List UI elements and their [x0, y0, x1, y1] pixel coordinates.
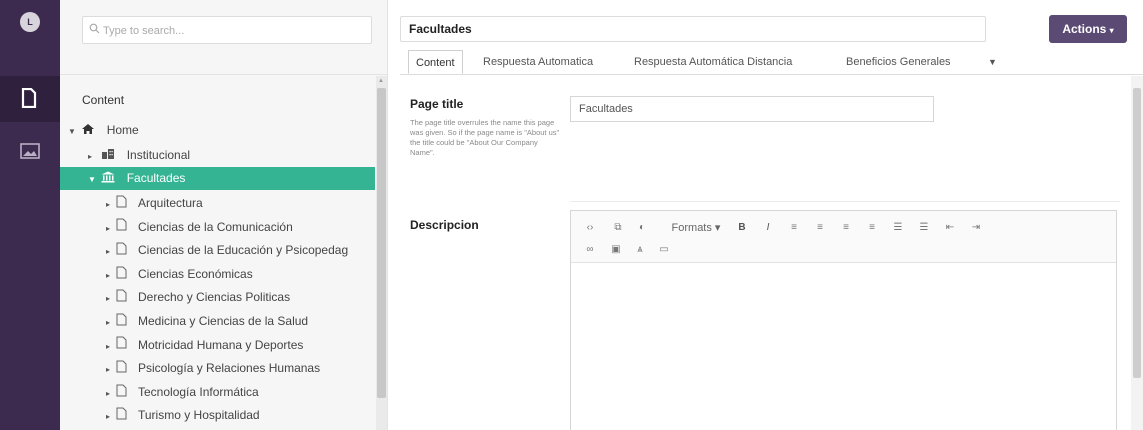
page-title-input[interactable] [570, 96, 934, 122]
section-content[interactable] [0, 76, 60, 122]
caret-right-icon[interactable]: ▸ [106, 218, 116, 238]
outdent-icon[interactable]: ⇤ [941, 219, 959, 237]
university-icon [101, 168, 117, 190]
tab-beneficios-generales[interactable]: Beneficios Generales [846, 50, 951, 74]
link-icon[interactable]: ∞ [581, 241, 599, 259]
align-left-icon[interactable]: ≡ [785, 219, 803, 237]
align-justify-icon[interactable]: ≡ [863, 219, 881, 237]
editor-toolbar: ‹› ⧉ ◐ Formats ▾ B I ≡ ≡ ≡ ≡ ☰ ☰ ⇤ ⇥ ∞ ▣… [571, 211, 1116, 263]
numbered-list-icon[interactable]: ☰ [915, 219, 933, 237]
image-insert-icon[interactable]: ▣ [607, 241, 625, 259]
tree-node-child[interactable]: ▸ Ciencias de la Educación y Psicopedag [106, 239, 376, 261]
caret-right-icon[interactable]: ▸ [106, 383, 116, 403]
caret-right-icon[interactable]: ▸ [106, 265, 116, 285]
tree-node-child[interactable]: ▸ Arquitectura [106, 192, 376, 214]
tree-node-child[interactable]: ▸ Medicina y Ciencias de la Salud [106, 310, 376, 332]
document-icon [116, 264, 132, 285]
search-icon [89, 23, 100, 34]
tree-node-facultades[interactable]: ▼ Facultades [60, 167, 375, 190]
document-icon [21, 88, 37, 108]
tab-content[interactable]: Content [408, 50, 463, 74]
tree-node-child[interactable]: ▸ Turismo y Hospitalidad [106, 404, 376, 426]
tree-header: Content [82, 93, 125, 107]
formats-dropdown[interactable]: Formats ▾ [661, 219, 731, 237]
caret-right-icon[interactable]: ▸ [106, 194, 116, 214]
building-icon [101, 145, 117, 167]
main-scrollbar-thumb[interactable] [1133, 88, 1141, 378]
image-icon [20, 143, 40, 159]
document-icon [116, 216, 132, 237]
search-box [82, 16, 372, 44]
left-section-rail: L [0, 0, 60, 430]
document-icon [116, 334, 132, 355]
bullet-list-icon[interactable]: ☰ [889, 219, 907, 237]
tree-scrollbar-thumb[interactable] [377, 88, 386, 398]
tab-respuesta-automatica[interactable]: Respuesta Automatica [483, 50, 593, 74]
indent-icon[interactable]: ⇥ [967, 219, 985, 237]
descripcion-label: Descripcion [410, 218, 479, 232]
tree-scrollbar[interactable]: ▲ [376, 76, 387, 430]
macro-icon[interactable]: ѧ [631, 241, 649, 259]
rich-text-editor[interactable]: ‹› ⧉ ◐ Formats ▾ B I ≡ ≡ ≡ ≡ ☰ ☰ ⇤ ⇥ ∞ ▣… [570, 210, 1117, 430]
document-icon [116, 405, 132, 426]
document-icon [116, 287, 132, 308]
home-icon [81, 120, 97, 142]
caret-down-icon[interactable]: ▼ [68, 121, 78, 143]
tree-node-child[interactable]: ▸ Tecnología Informática [106, 381, 376, 403]
tree-node-child[interactable]: ▸ Psicología y Relaciones Humanas [106, 357, 376, 379]
section-media[interactable] [0, 134, 60, 174]
source-code-icon[interactable]: ‹› [581, 219, 599, 237]
caret-down-icon: ▾ [1109, 26, 1114, 35]
caret-right-icon[interactable]: ▸ [106, 359, 116, 379]
tree-node-institucional[interactable]: ▸ Institucional [88, 144, 190, 166]
caret-down-icon[interactable]: ▼ [88, 169, 98, 191]
tree-node-child[interactable]: ▸ Ciencias Económicas [106, 263, 376, 285]
tree-node-home[interactable]: ▼ Home [68, 119, 139, 141]
caret-right-icon[interactable]: ▸ [88, 146, 98, 168]
page-title-help: The page title overrules the name this p… [410, 118, 560, 157]
caret-right-icon[interactable]: ▸ [106, 312, 116, 332]
content-tree-panel: Content ▼ Home ▸ Institucional ▼ Faculta… [60, 0, 388, 430]
italic-icon[interactable]: I [759, 219, 777, 237]
document-icon [116, 193, 132, 214]
anchor-icon[interactable]: ◐ [633, 219, 651, 237]
caret-right-icon[interactable]: ▸ [106, 336, 116, 356]
tree-node-child[interactable]: ▸ Motricidad Humana y Deportes [106, 334, 376, 356]
caret-right-icon[interactable]: ▸ [106, 288, 116, 308]
tree-node-child[interactable]: ▸ Ciencias de la Comunicación [106, 216, 376, 238]
caret-right-icon[interactable]: ▸ [106, 241, 116, 261]
align-center-icon[interactable]: ≡ [811, 219, 829, 237]
node-name-field[interactable]: Facultades [400, 16, 986, 42]
umbraco-backoffice: L Content ▼ Home [0, 0, 1143, 430]
align-right-icon[interactable]: ≡ [837, 219, 855, 237]
document-icon [116, 382, 132, 403]
user-avatar[interactable]: L [20, 12, 40, 32]
page-title-label: Page title [410, 97, 464, 111]
more-tabs-icon[interactable]: ▼ [988, 50, 997, 74]
caret-right-icon[interactable]: ▸ [106, 406, 116, 426]
document-icon [116, 358, 132, 379]
paste-icon[interactable]: ⧉ [609, 219, 627, 237]
tab-respuesta-automatica-distancia[interactable]: Respuesta Automática Distancia [634, 50, 792, 74]
document-icon [116, 311, 132, 332]
bold-icon[interactable]: B [733, 219, 751, 237]
embed-icon[interactable]: ▭ [655, 241, 673, 259]
tree-node-child[interactable]: ▸ Derecho y Ciencias Politicas [106, 286, 376, 308]
document-icon [116, 240, 132, 261]
main-scrollbar[interactable] [1131, 76, 1143, 430]
actions-button[interactable]: Actions ▾ [1049, 15, 1127, 43]
search-input[interactable] [103, 21, 363, 41]
